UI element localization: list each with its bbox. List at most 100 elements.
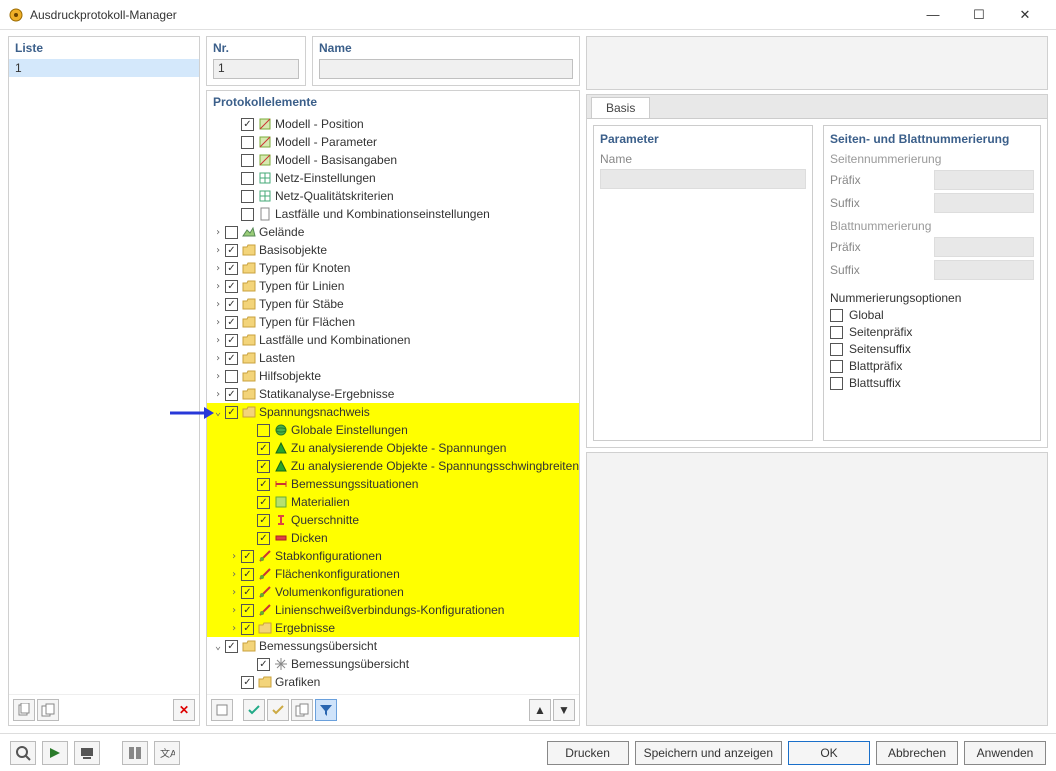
checkbox[interactable] <box>241 172 254 185</box>
opt-page-suffix[interactable]: Seitensuffix <box>830 342 1034 356</box>
checkbox[interactable] <box>225 262 238 275</box>
save-show-button[interactable]: Speichern und anzeigen <box>635 741 782 765</box>
tree-item[interactable]: ›Typen für Stäbe <box>207 295 579 313</box>
tree-item[interactable]: Netz-Qualitätskriterien <box>207 187 579 205</box>
opt-sheet-prefix[interactable]: Blattpräfix <box>830 359 1034 373</box>
minimize-button[interactable]: — <box>910 0 956 30</box>
checkbox[interactable] <box>257 424 270 437</box>
cancel-button[interactable]: Abbrechen <box>876 741 958 765</box>
tree-item[interactable]: Modell - Basisangaben <box>207 151 579 169</box>
tree-item[interactable]: Zu analysierende Objekte - Spannungen <box>207 439 579 457</box>
checkbox[interactable] <box>257 442 270 455</box>
checkbox[interactable] <box>257 478 270 491</box>
tree-item[interactable]: Modell - Position <box>207 115 579 133</box>
tree-item[interactable]: ›Statikanalyse-Ergebnisse <box>207 385 579 403</box>
tree-item[interactable]: ›Typen für Knoten <box>207 259 579 277</box>
checkbox[interactable] <box>225 316 238 329</box>
expander-icon[interactable]: › <box>227 551 241 562</box>
tool-uncheckall[interactable] <box>267 699 289 721</box>
tree-item[interactable]: Zu analysierende Objekte - Spannungsschw… <box>207 457 579 475</box>
checkbox[interactable] <box>257 496 270 509</box>
tree-item[interactable]: Netz-Einstellungen <box>207 169 579 187</box>
checkbox[interactable] <box>225 388 238 401</box>
checkbox[interactable] <box>225 334 238 347</box>
tree-item[interactable]: Materialien <box>207 493 579 511</box>
bottom-tool-3[interactable] <box>74 741 100 765</box>
tree-item[interactable]: Globale Einstellungen <box>207 421 579 439</box>
checkbox[interactable] <box>225 298 238 311</box>
expander-icon[interactable]: › <box>211 353 225 364</box>
param-name-input[interactable] <box>600 169 806 189</box>
checkbox[interactable] <box>225 280 238 293</box>
tree-item[interactable]: Querschnitte <box>207 511 579 529</box>
page-suffix-input[interactable] <box>934 193 1034 213</box>
delete-button[interactable]: ✕ <box>173 699 195 721</box>
tab-basis[interactable]: Basis <box>591 97 650 118</box>
checkbox[interactable] <box>241 550 254 563</box>
expander-icon[interactable]: › <box>211 299 225 310</box>
checkbox[interactable] <box>241 676 254 689</box>
checkbox[interactable] <box>225 640 238 653</box>
checkbox[interactable] <box>257 460 270 473</box>
name-input[interactable] <box>319 59 573 79</box>
tool-filter[interactable] <box>315 699 337 721</box>
opt-sheet-suffix[interactable]: Blattsuffix <box>830 376 1034 390</box>
expander-icon[interactable]: › <box>227 587 241 598</box>
print-button[interactable]: Drucken <box>547 741 629 765</box>
expander-icon[interactable]: › <box>227 605 241 616</box>
maximize-button[interactable]: ☐ <box>956 0 1002 30</box>
checkbox[interactable] <box>241 586 254 599</box>
tree-item[interactable]: ⌄Spannungsnachweis <box>207 403 579 421</box>
sheet-suffix-input[interactable] <box>934 260 1034 280</box>
tool-new[interactable] <box>211 699 233 721</box>
expander-icon[interactable]: › <box>211 263 225 274</box>
expander-icon[interactable]: › <box>211 245 225 256</box>
checkbox[interactable] <box>225 370 238 383</box>
bottom-tool-2[interactable] <box>42 741 68 765</box>
checkbox[interactable] <box>241 118 254 131</box>
bottom-tool-1[interactable] <box>10 741 36 765</box>
checkbox[interactable] <box>241 136 254 149</box>
nr-input[interactable]: 1 <box>213 59 299 79</box>
tree-item[interactable]: ›Volumenkonfigurationen <box>207 583 579 601</box>
opt-global[interactable]: Global <box>830 308 1034 322</box>
new-button[interactable] <box>13 699 35 721</box>
expander-icon[interactable]: › <box>227 623 241 634</box>
expander-icon[interactable]: › <box>227 569 241 580</box>
tool-checkall[interactable] <box>243 699 265 721</box>
checkbox[interactable] <box>257 514 270 527</box>
page-prefix-input[interactable] <box>934 170 1034 190</box>
tree-item[interactable]: ›Lastfälle und Kombinationen <box>207 331 579 349</box>
tree-item[interactable]: Modell - Parameter <box>207 133 579 151</box>
tree-item[interactable]: ⌄Bemessungsübersicht <box>207 637 579 655</box>
checkbox[interactable] <box>225 226 238 239</box>
tool-copy[interactable] <box>291 699 313 721</box>
checkbox[interactable] <box>241 208 254 221</box>
tree-item[interactable]: ›Stabkonfigurationen <box>207 547 579 565</box>
move-down-button[interactable]: ▼ <box>553 699 575 721</box>
tree-item[interactable]: ›Hilfsobjekte <box>207 367 579 385</box>
opt-page-prefix[interactable]: Seitenpräfix <box>830 325 1034 339</box>
tree-view[interactable]: Modell - PositionModell - ParameterModel… <box>207 113 579 694</box>
expander-icon[interactable]: › <box>211 317 225 328</box>
liste-item[interactable]: 1 <box>9 59 199 77</box>
tree-item[interactable]: ›Gelände <box>207 223 579 241</box>
checkbox[interactable] <box>241 622 254 635</box>
tree-item[interactable]: Bemessungsübersicht <box>207 655 579 673</box>
bottom-tool-5[interactable]: 文A <box>154 741 180 765</box>
checkbox[interactable] <box>241 568 254 581</box>
tree-item[interactable]: ›Ergebnisse <box>207 619 579 637</box>
expander-icon[interactable]: › <box>211 335 225 346</box>
close-button[interactable]: ✕ <box>1002 0 1048 30</box>
checkbox[interactable] <box>241 154 254 167</box>
apply-button[interactable]: Anwenden <box>964 741 1046 765</box>
tree-item[interactable]: Grafiken <box>207 673 579 691</box>
checkbox[interactable] <box>225 244 238 257</box>
bottom-tool-4[interactable] <box>122 741 148 765</box>
tree-item[interactable]: Lastfälle und Kombinationseinstellungen <box>207 205 579 223</box>
expander-icon[interactable]: ⌄ <box>211 641 225 652</box>
tree-item[interactable]: ›Typen für Linien <box>207 277 579 295</box>
checkbox[interactable] <box>257 658 270 671</box>
expander-icon[interactable]: › <box>211 281 225 292</box>
tree-item[interactable]: ›Lasten <box>207 349 579 367</box>
